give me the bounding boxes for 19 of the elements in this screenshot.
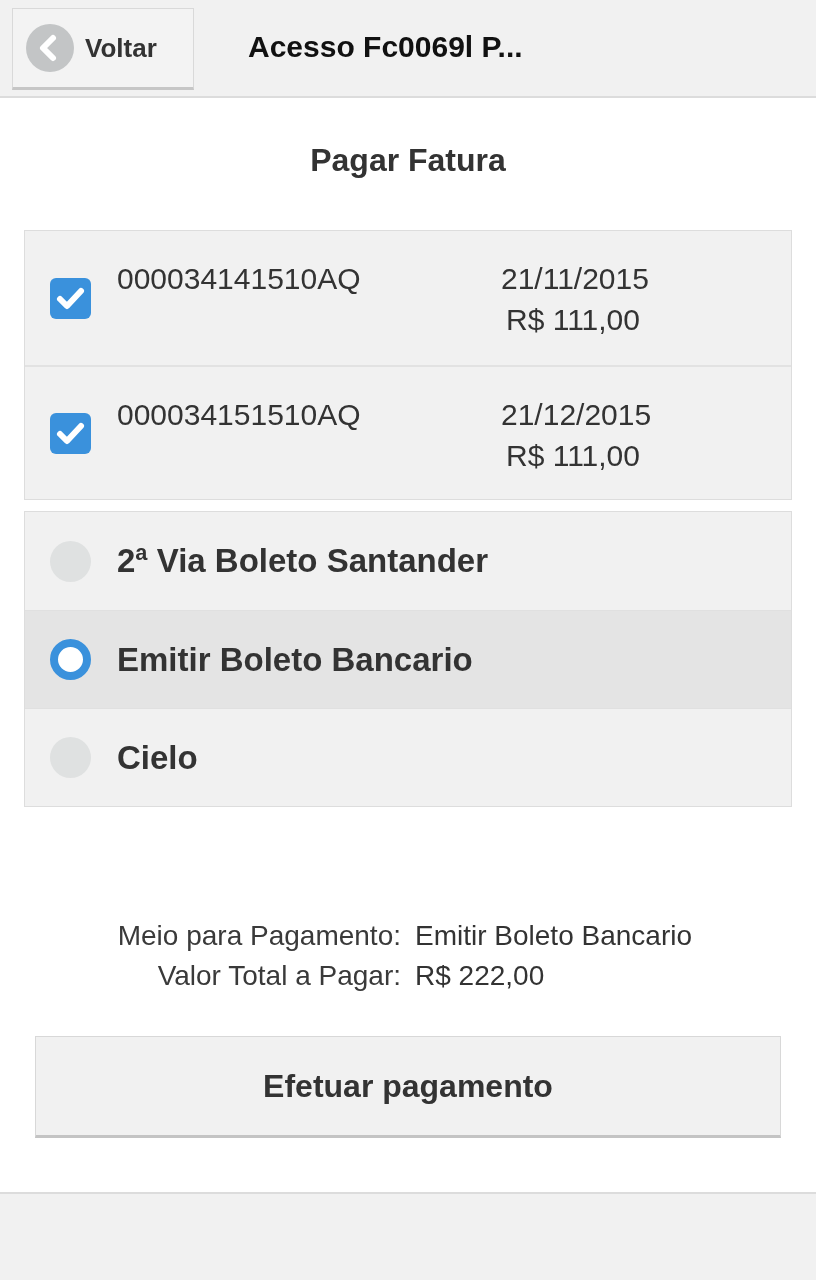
summary-value: R$ 222,00 [415,959,545,993]
radio-icon [50,639,91,680]
invoice-amount: R$ 111,00 [505,438,640,474]
checkbox[interactable] [50,277,91,319]
screen-title: Acesso Fc0069l P... [248,29,523,65]
summary-label: Meio para Pagamento: [117,919,401,953]
summary-value: Emitir Boleto Bancario [415,919,692,953]
invoice-amount: R$ 111,00 [505,302,640,338]
due-date: 21/11/2015 [501,261,649,297]
back-button[interactable]: Voltar [12,8,194,90]
invoice-code: 000034151510AQ [117,398,361,431]
invoice-code: 000034141510AQ [117,262,361,295]
payment-option[interactable]: Emitir Boleto Bancario [25,610,791,708]
checkbox[interactable] [50,412,91,454]
page-heading: Pagar Fatura [309,141,507,180]
submit-payment-button[interactable]: Efetuar pagamento [35,1036,781,1138]
due-date: 21/12/2015 [501,397,652,433]
back-chevron-icon [26,24,74,72]
summary-label: Valor Total a Pagar: [157,959,401,993]
